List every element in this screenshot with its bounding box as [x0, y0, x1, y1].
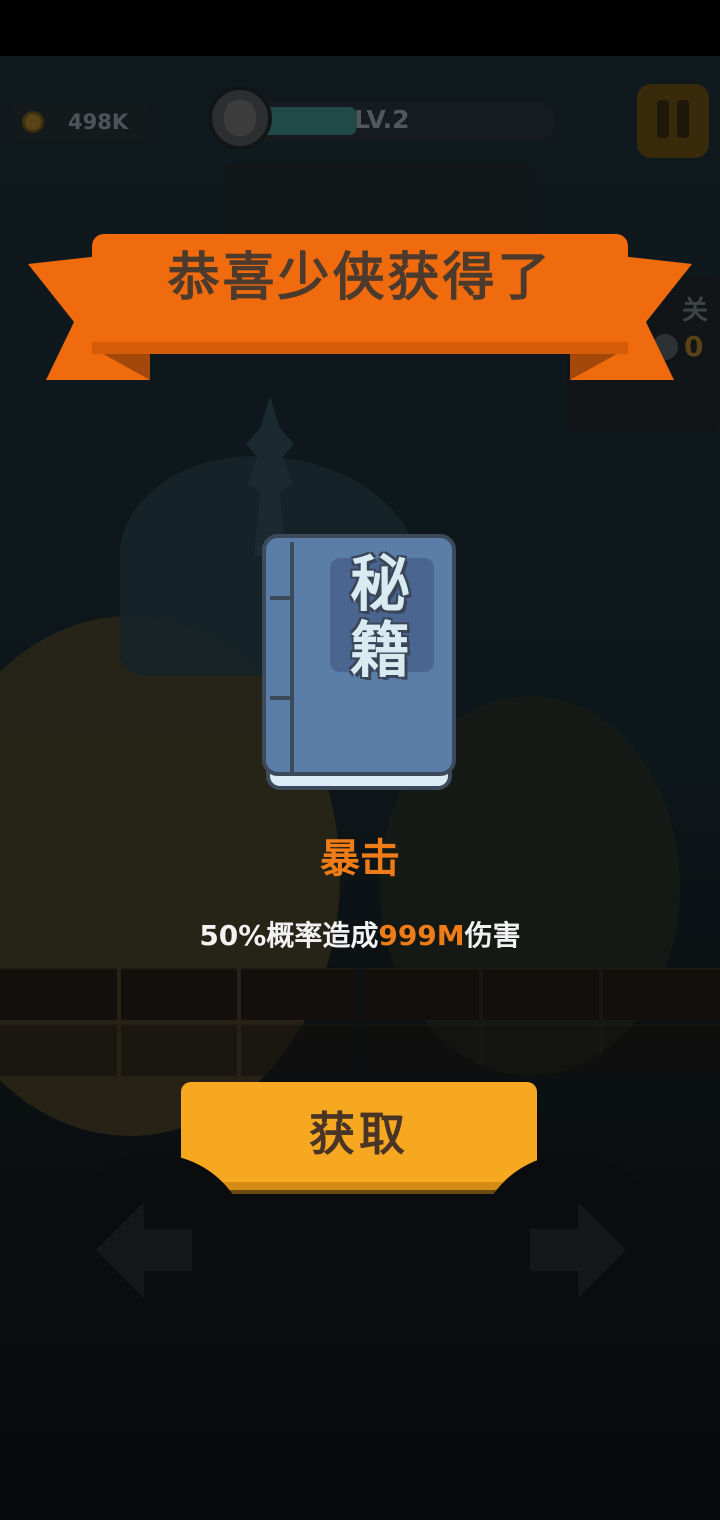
- reward-banner: [28, 234, 692, 380]
- move-right-button[interactable]: [476, 1154, 666, 1344]
- book-stitch: [270, 696, 292, 700]
- skill-name: 暴击: [320, 836, 400, 882]
- arrow-left-icon: [96, 1202, 192, 1298]
- arrow-right-icon: [530, 1202, 626, 1298]
- ground-tiles: [0, 968, 720, 1020]
- ground-tiles: [0, 1024, 720, 1076]
- item-name: 秘籍: [350, 550, 410, 686]
- book-spine: [290, 542, 294, 772]
- skill-damage-value: 999M: [378, 919, 465, 952]
- get-reward-button[interactable]: 获取: [181, 1082, 537, 1190]
- skill-description: 50%概率造成999M伤害: [0, 914, 720, 954]
- ribbon-shadow: [92, 342, 628, 354]
- book-stitch: [270, 596, 292, 600]
- move-left-button[interactable]: [60, 1154, 250, 1344]
- secret-manual-book-icon: 秘籍: [262, 534, 456, 792]
- get-reward-button-label: 获取: [309, 1107, 409, 1161]
- skill-description-suffix: 伤害: [464, 919, 521, 952]
- skill-description-prefix: 50%概率造成: [199, 919, 379, 952]
- reward-title: 恭喜少侠获得了: [167, 248, 553, 308]
